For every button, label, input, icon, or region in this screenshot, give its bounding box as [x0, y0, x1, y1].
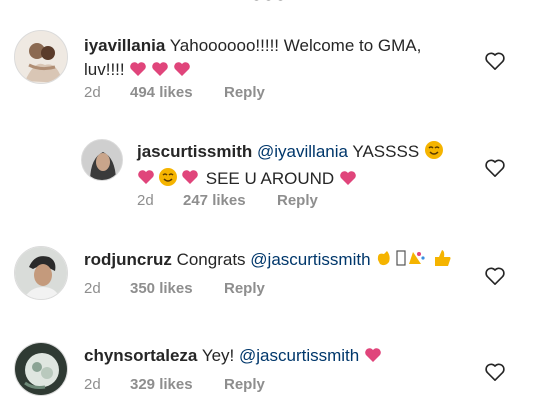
smile-emoji-icon	[424, 140, 444, 167]
avatar[interactable]	[14, 246, 68, 300]
username[interactable]: jascurtissmith	[137, 142, 252, 161]
reply-button[interactable]: Reply	[224, 376, 265, 393]
mention-link[interactable]: @jascurtissmith	[250, 250, 370, 269]
comment-text-continued: luv!!!!	[84, 60, 125, 79]
avatar[interactable]	[14, 30, 68, 84]
reply-button[interactable]: Reply	[224, 84, 265, 101]
pink-heart-emoji-icon	[364, 346, 382, 371]
comment-text: YASSSS	[352, 142, 420, 161]
comment-time: 2d	[84, 280, 101, 297]
mention-link[interactable]: @iyavillania	[257, 142, 348, 161]
username[interactable]: iyavillania	[84, 36, 165, 55]
comment-time: 2d	[84, 376, 101, 393]
reply-button[interactable]: Reply	[224, 280, 265, 297]
likes-count[interactable]: 329 likes	[130, 376, 224, 393]
likes-count[interactable]: 247 likes	[183, 192, 277, 209]
likes-count[interactable]: 494 likes	[130, 84, 224, 101]
like-heart-icon[interactable]	[484, 158, 506, 178]
likes-count[interactable]: 350 likes	[130, 280, 224, 297]
pink-heart-emoji-icon	[129, 60, 191, 85]
username[interactable]: chynsortaleza	[84, 346, 197, 365]
avatar[interactable]	[14, 342, 68, 396]
reply-button[interactable]: Reply	[277, 192, 318, 209]
heart-smile-heart-emoji-icon	[137, 167, 201, 194]
comment-text: Yahoooooo!!!!! Welcome to GMA,	[169, 36, 422, 55]
comment-time: 2d	[84, 84, 101, 101]
like-heart-icon[interactable]	[484, 266, 506, 286]
pink-heart-emoji-icon	[339, 169, 357, 194]
avatar[interactable]	[81, 139, 123, 181]
comment-text: Congrats	[176, 250, 246, 269]
like-heart-icon[interactable]	[484, 51, 506, 71]
mention-link[interactable]: @jascurtissmith	[239, 346, 359, 365]
username[interactable]: rodjuncruz	[84, 250, 172, 269]
like-heart-icon[interactable]	[484, 362, 506, 382]
clapping-party-thumbs-emoji-icon	[375, 248, 453, 275]
comment-time: 2d	[137, 192, 154, 209]
comment-text: Yey!	[201, 346, 235, 365]
carousel-dots	[236, 0, 300, 4]
comment-text-continued: SEE U AROUND	[205, 169, 335, 188]
